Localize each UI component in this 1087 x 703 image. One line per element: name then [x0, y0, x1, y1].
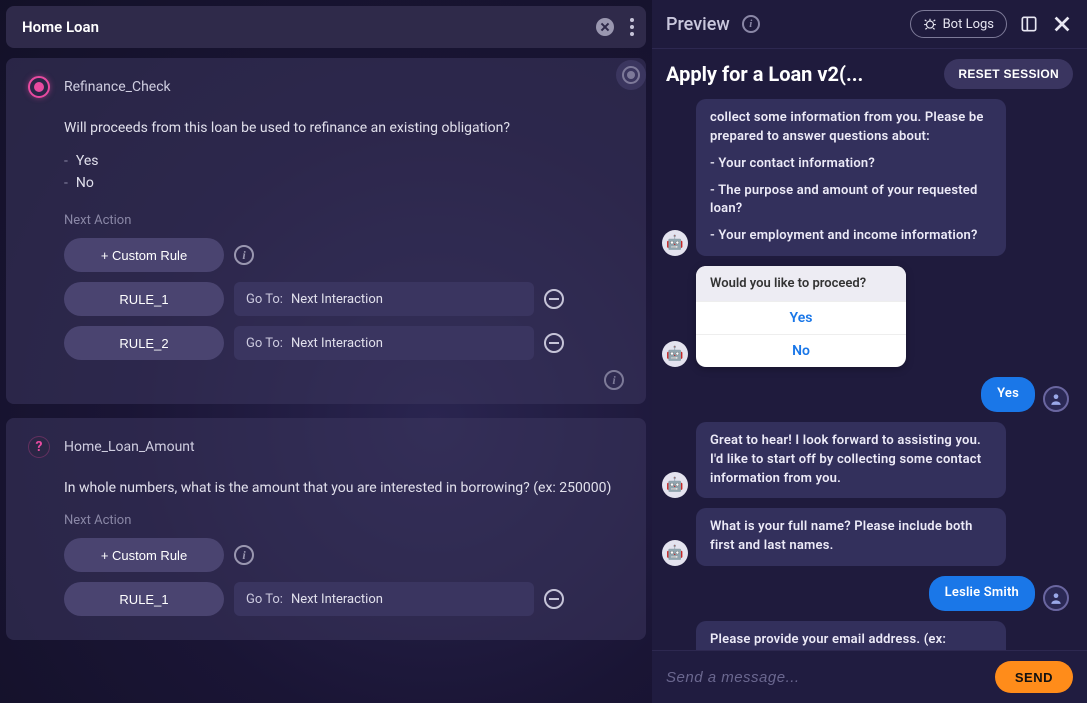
node-question: In whole numbers, what is the amount tha… — [64, 478, 628, 499]
node-name: Home_Loan_Amount — [64, 439, 195, 455]
option-item: No — [64, 175, 628, 191]
message-bubble: collect some information from you. Pleas… — [696, 99, 1006, 256]
reset-session-button[interactable]: RESET SESSION — [944, 59, 1073, 89]
add-custom-rule-button[interactable]: + Custom Rule — [64, 538, 224, 572]
goto-value: Next Interaction — [291, 292, 383, 307]
node-header: ? Home_Loan_Amount — [24, 436, 628, 458]
add-custom-rule-button[interactable]: + Custom Rule — [64, 238, 224, 272]
goto-label: Go To: — [246, 592, 283, 607]
info-icon[interactable]: i — [234, 245, 254, 265]
bot-message: Great to hear! I look forward to assisti… — [662, 422, 1069, 499]
user-avatar-icon — [1043, 585, 1069, 611]
send-button[interactable]: SEND — [995, 661, 1073, 693]
preview-subheader: Apply for a Loan v2(... RESET SESSION — [652, 49, 1087, 99]
rule-button[interactable]: RULE_1 — [64, 282, 224, 316]
bot-message: Would you like to proceed? Yes No — [662, 266, 1069, 367]
popout-icon[interactable] — [1019, 14, 1039, 34]
chat-scroll[interactable]: collect some information from you. Pleas… — [652, 99, 1087, 650]
goto-value: Next Interaction — [291, 336, 383, 351]
info-icon[interactable]: i — [742, 15, 760, 33]
bot-avatar-icon — [662, 230, 688, 256]
bot-message: What is your full name? Please include b… — [662, 508, 1069, 566]
option-list: Yes No — [64, 153, 628, 191]
rule-row: RULE_2 Go To: Next Interaction — [64, 326, 628, 360]
bot-avatar-icon — [662, 472, 688, 498]
info-icon[interactable]: i — [234, 545, 254, 565]
rule-row: RULE_1 Go To: Next Interaction — [64, 282, 628, 316]
option-item: Yes — [64, 153, 628, 169]
editor-panel: Home Loan Refinance_Check Will proceeds … — [0, 0, 652, 703]
node-question: Will proceeds from this loan be used to … — [64, 118, 628, 139]
rule-row: RULE_1 Go To: Next Interaction — [64, 582, 628, 616]
rule-button[interactable]: RULE_2 — [64, 326, 224, 360]
close-icon[interactable] — [596, 18, 614, 36]
message-bubble: Please provide your email address. (ex: … — [696, 621, 1006, 650]
message-bubble: Great to hear! I look forward to assisti… — [696, 422, 1006, 499]
bot-logs-label: Bot Logs — [943, 17, 994, 32]
bot-message: Please provide your email address. (ex: … — [662, 621, 1069, 650]
header-actions — [596, 16, 636, 38]
next-action-label: Next Action — [64, 213, 628, 228]
rule-button[interactable]: RULE_1 — [64, 582, 224, 616]
bug-icon — [923, 17, 937, 31]
node-card: ? Home_Loan_Amount In whole numbers, wha… — [6, 418, 646, 640]
node-header: Refinance_Check — [24, 76, 628, 98]
message-bubble: Leslie Smith — [929, 576, 1035, 611]
page-title: Home Loan — [22, 18, 596, 36]
radio-icon — [28, 76, 50, 98]
choice-option[interactable]: Yes — [696, 301, 906, 334]
goto-select[interactable]: Go To: Next Interaction — [234, 582, 534, 616]
choice-card: Would you like to proceed? Yes No — [696, 266, 906, 367]
preview-header: Preview i Bot Logs — [652, 0, 1087, 49]
preview-title: Preview — [666, 14, 730, 35]
composer: SEND — [652, 650, 1087, 703]
message-bubble: Yes — [981, 377, 1035, 412]
close-icon[interactable] — [1051, 13, 1073, 35]
node-card: Refinance_Check Will proceeds from this … — [6, 58, 646, 404]
info-icon[interactable]: i — [604, 370, 624, 390]
remove-rule-icon[interactable] — [544, 589, 564, 609]
goto-select[interactable]: Go To: Next Interaction — [234, 326, 534, 360]
message-bubble: What is your full name? Please include b… — [696, 508, 1006, 566]
choice-option[interactable]: No — [696, 334, 906, 367]
bot-logs-button[interactable]: Bot Logs — [910, 10, 1007, 38]
user-avatar-icon — [1043, 386, 1069, 412]
goto-label: Go To: — [246, 292, 283, 307]
custom-rule-row: + Custom Rule i — [64, 538, 628, 572]
goto-label: Go To: — [246, 336, 283, 351]
goto-value: Next Interaction — [291, 592, 383, 607]
header-bar: Home Loan — [6, 6, 646, 48]
preview-panel: Preview i Bot Logs Apply for a Loan v2(.… — [652, 0, 1087, 703]
bot-avatar-icon — [662, 540, 688, 566]
message-input[interactable] — [666, 669, 985, 686]
custom-rule-row: + Custom Rule i — [64, 238, 628, 272]
card-footer: i — [24, 370, 628, 390]
remove-rule-icon[interactable] — [544, 289, 564, 309]
remove-rule-icon[interactable] — [544, 333, 564, 353]
node-name: Refinance_Check — [64, 79, 171, 95]
bot-avatar-icon — [662, 341, 688, 367]
bot-subtitle: Apply for a Loan v2(... — [666, 62, 932, 86]
question-icon: ? — [28, 436, 50, 458]
choice-prompt: Would you like to proceed? — [696, 266, 906, 301]
kebab-menu-icon[interactable] — [628, 16, 636, 38]
user-message: Leslie Smith — [662, 576, 1069, 611]
user-message: Yes — [662, 377, 1069, 412]
bot-message: collect some information from you. Pleas… — [662, 99, 1069, 256]
goto-select[interactable]: Go To: Next Interaction — [234, 282, 534, 316]
next-action-label: Next Action — [64, 513, 628, 528]
